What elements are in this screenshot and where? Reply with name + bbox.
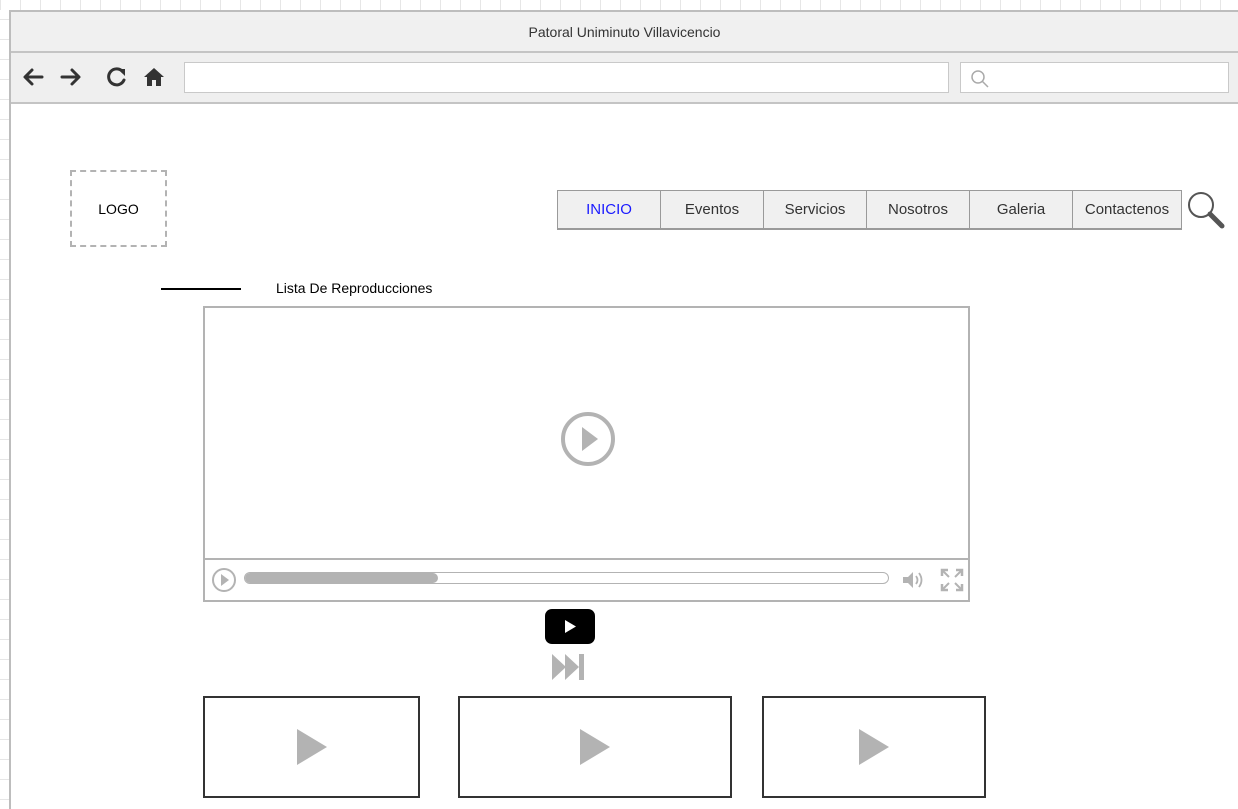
play-icon bbox=[296, 729, 327, 765]
player-controls bbox=[205, 558, 968, 600]
nav-item-label: Nosotros bbox=[887, 201, 949, 218]
playlist-title: Lista De Reproducciones bbox=[276, 280, 433, 296]
canvas-grid-top bbox=[0, 0, 1238, 10]
logo-text: LOGO bbox=[98, 200, 139, 217]
play-icon bbox=[859, 729, 889, 765]
nav-item-label: Galeria bbox=[996, 201, 1046, 218]
nav-item-label: Contactenos bbox=[1084, 201, 1170, 218]
video-thumbnail-2[interactable] bbox=[458, 696, 732, 798]
nav-item-nosotros[interactable]: Nosotros bbox=[866, 190, 969, 230]
nav-item-inicio[interactable]: INICIO bbox=[557, 190, 660, 230]
video-thumbnail-3[interactable] bbox=[762, 696, 986, 798]
fullscreen-icon[interactable] bbox=[939, 567, 965, 593]
skip-next-icon[interactable] bbox=[550, 652, 586, 682]
nav-item-eventos[interactable]: Eventos bbox=[660, 190, 763, 230]
window-title: Patoral Uniminuto Villavicencio bbox=[528, 23, 721, 40]
section-divider bbox=[161, 288, 241, 290]
browser-search-input[interactable] bbox=[960, 62, 1229, 93]
youtube-icon[interactable] bbox=[545, 609, 595, 644]
canvas-grid-left bbox=[0, 0, 9, 809]
play-icon bbox=[580, 729, 610, 765]
video-thumbnail-1[interactable] bbox=[203, 696, 420, 798]
control-play-icon[interactable] bbox=[211, 567, 237, 593]
video-player[interactable] bbox=[203, 306, 970, 602]
url-input[interactable] bbox=[184, 62, 949, 93]
nav-item-label: Eventos bbox=[684, 201, 740, 218]
nav-item-galeria[interactable]: Galeria bbox=[969, 190, 1072, 230]
search-icon bbox=[971, 70, 989, 88]
nav-item-contactenos[interactable]: Contactenos bbox=[1072, 190, 1182, 230]
nav-item-servicios[interactable]: Servicios bbox=[763, 190, 866, 230]
forward-arrow-icon[interactable] bbox=[59, 65, 83, 89]
nav-item-label: Servicios bbox=[784, 201, 846, 218]
back-arrow-icon[interactable] bbox=[21, 65, 45, 89]
reload-icon[interactable] bbox=[105, 65, 129, 89]
volume-icon[interactable] bbox=[900, 567, 926, 593]
play-icon[interactable] bbox=[560, 411, 616, 467]
home-icon[interactable] bbox=[142, 65, 166, 89]
progress-fill bbox=[245, 573, 438, 583]
nav-item-label: INICIO bbox=[586, 201, 632, 218]
logo-placeholder[interactable]: LOGO bbox=[70, 170, 167, 247]
main-nav: INICIO Eventos Servicios Nosotros Galeri… bbox=[557, 190, 1182, 230]
progress-bar[interactable] bbox=[244, 572, 889, 584]
window-titlebar: Patoral Uniminuto Villavicencio bbox=[11, 12, 1238, 53]
browser-toolbar bbox=[11, 53, 1238, 104]
site-search-icon[interactable] bbox=[1186, 190, 1226, 230]
